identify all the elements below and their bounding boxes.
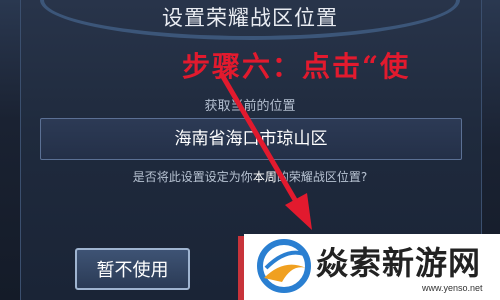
site-logo-icon [257,239,311,293]
watermark-url: www.yenso.net [422,283,483,293]
step-annotation: 步骤六：点击“使 [182,50,411,83]
watermark-name: 焱索新游网 [316,244,482,282]
watermark: 焱索新游网 www.yenso.net [244,234,500,300]
